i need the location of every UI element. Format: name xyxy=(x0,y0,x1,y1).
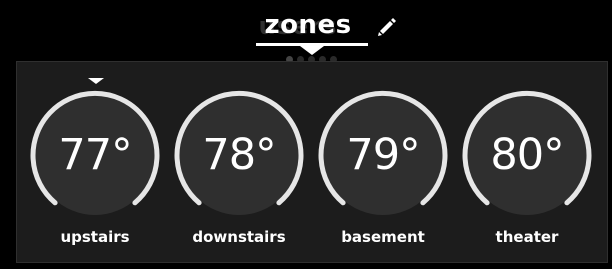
selected-zone-marker xyxy=(88,78,104,84)
zone-label: basement xyxy=(341,228,425,246)
zone-upstairs[interactable]: 77° upstairs xyxy=(30,90,160,246)
page-title[interactable]: zones xyxy=(260,10,356,40)
zone-label: upstairs xyxy=(60,228,130,246)
zone-basement[interactable]: 79° basement xyxy=(318,90,448,246)
zone-temperature: 77° xyxy=(58,130,132,180)
pencil-icon[interactable] xyxy=(376,16,398,38)
zone-downstairs[interactable]: 78° downstairs xyxy=(174,90,304,246)
zone-temperature: 78° xyxy=(202,130,276,180)
zone-theater[interactable]: 80° theater xyxy=(462,90,592,246)
zone-label: theater xyxy=(495,228,559,246)
zone-temperature: 80° xyxy=(490,130,564,180)
title-pointer xyxy=(300,46,324,55)
header-bar: users zones xyxy=(0,0,612,60)
zone-temperature: 79° xyxy=(346,130,420,180)
zone-label: downstairs xyxy=(192,228,286,246)
